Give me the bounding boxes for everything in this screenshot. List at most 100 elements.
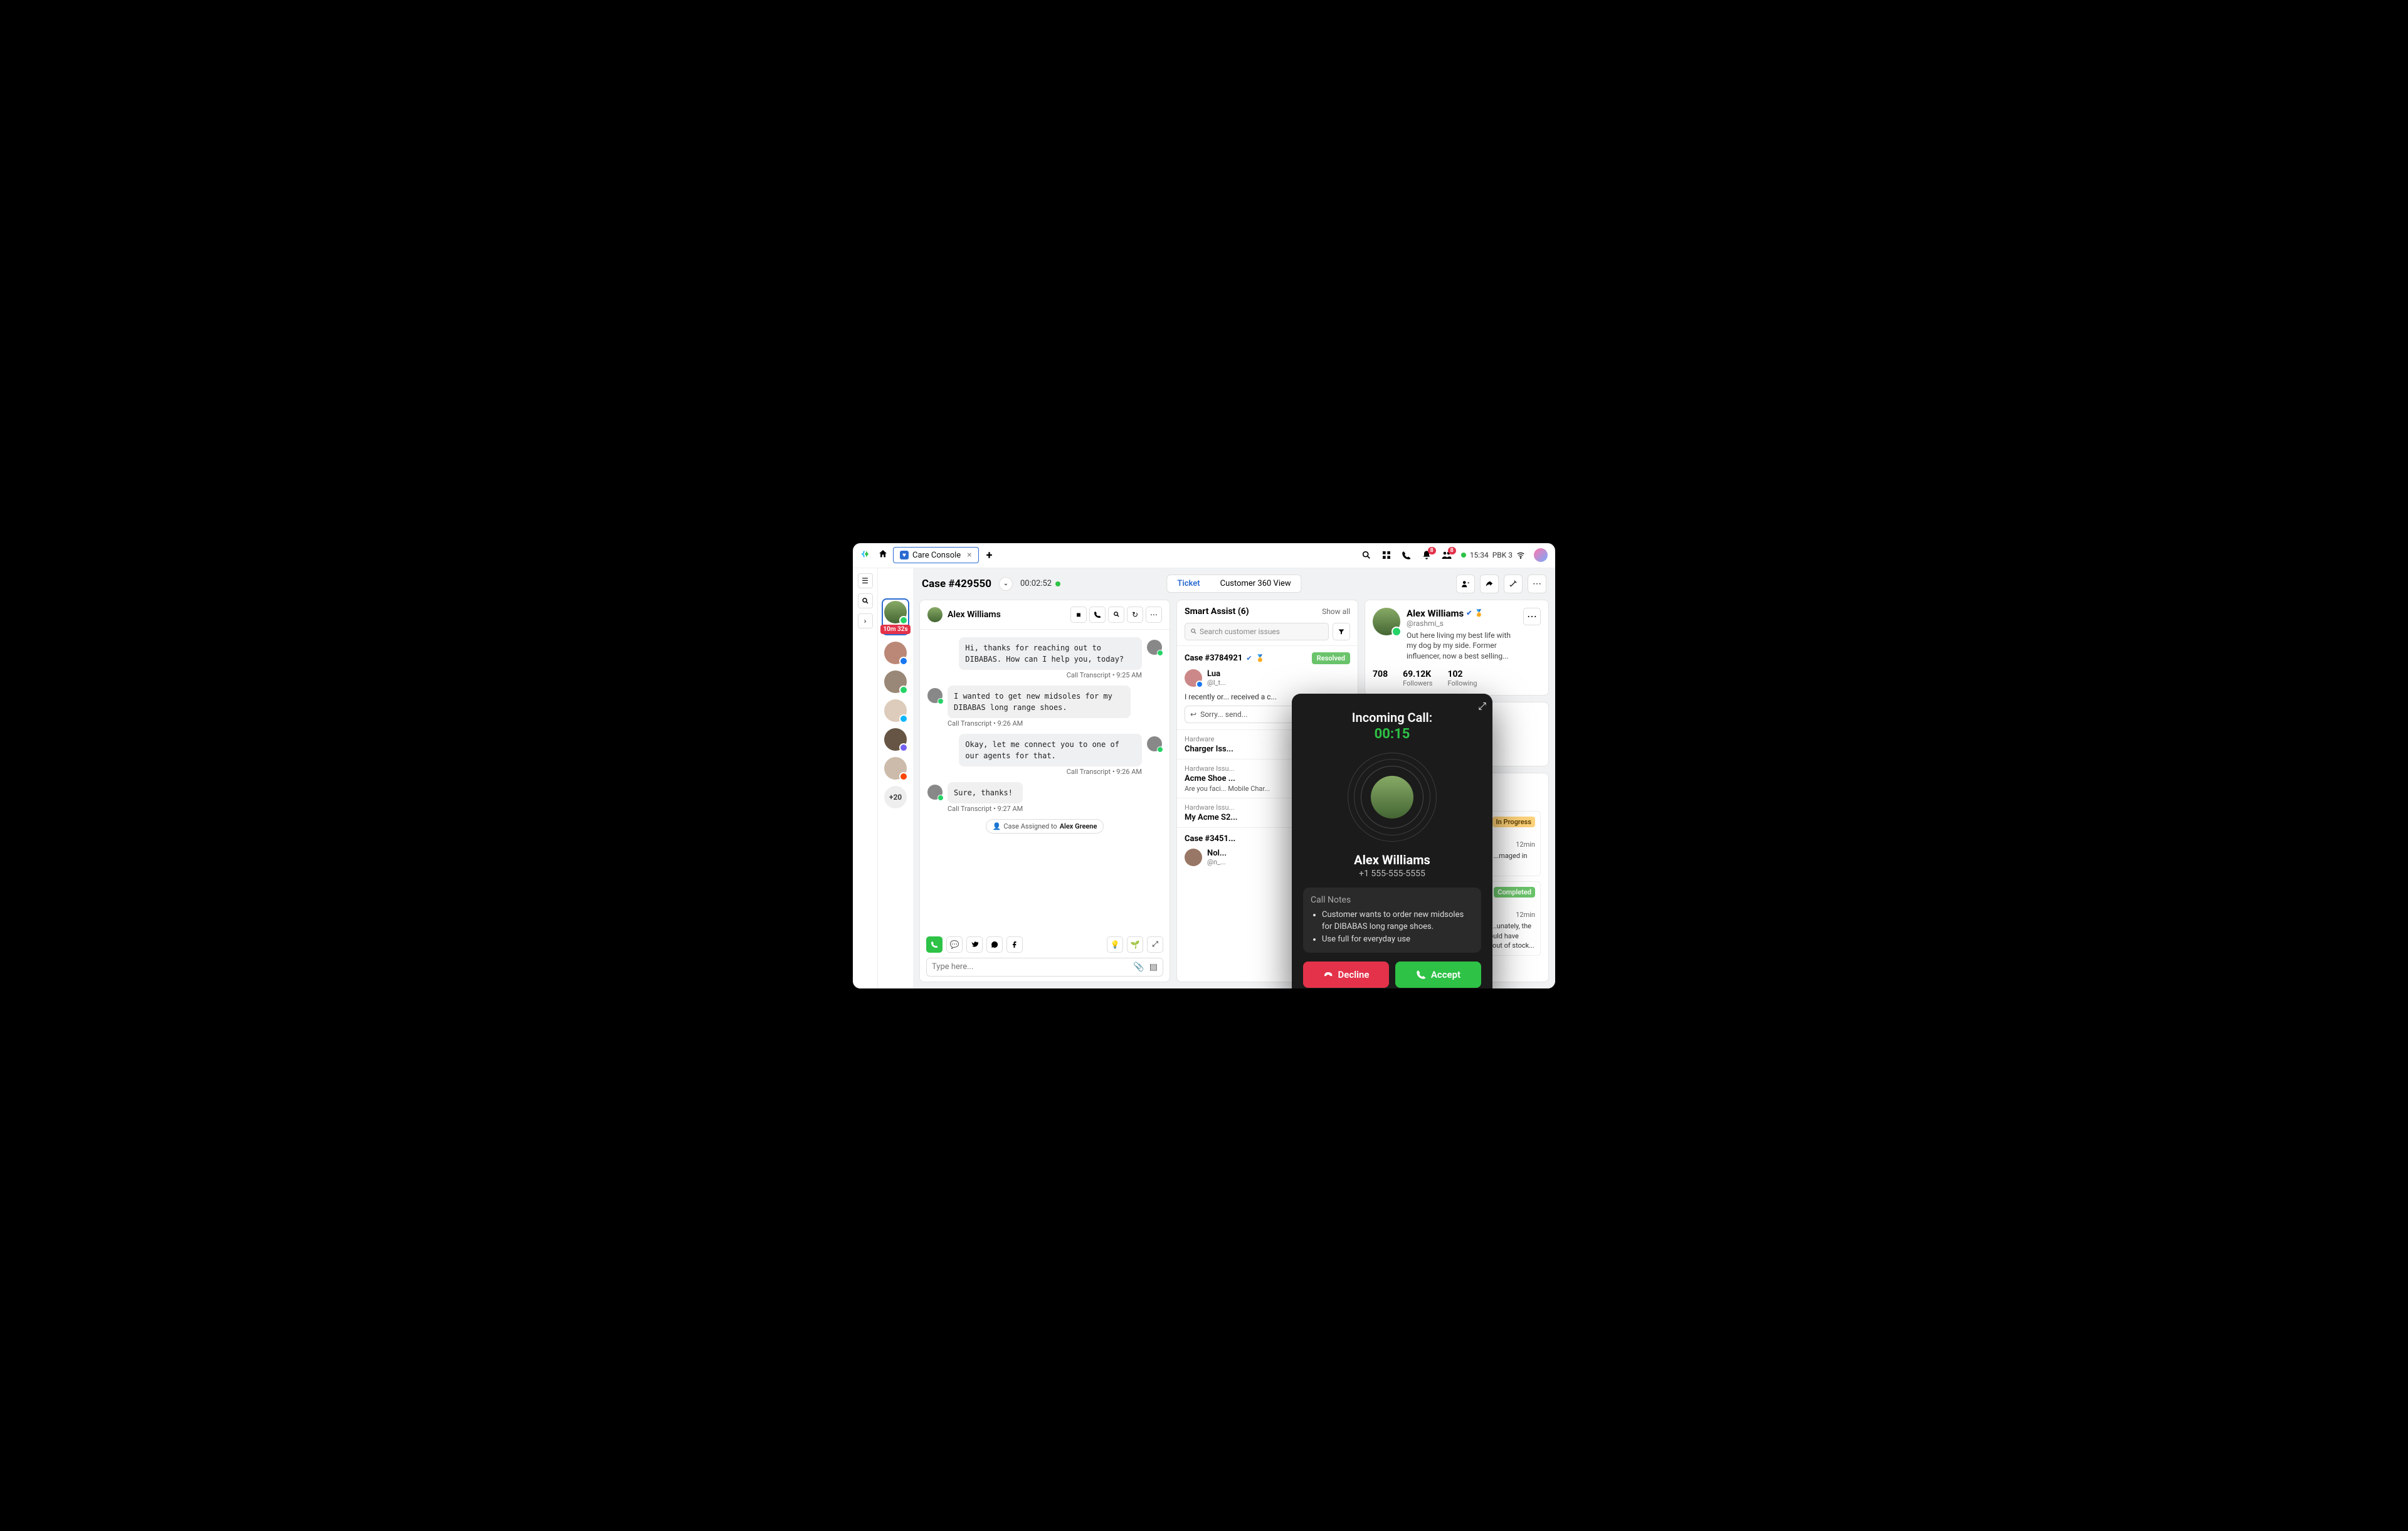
profile-name: Alex Williams ✔ 🏅 [1407, 608, 1517, 619]
expand-icon[interactable]: › [858, 613, 873, 628]
elapsed-timer: 00:02:52 [1020, 579, 1060, 588]
whatsapp-icon [899, 616, 908, 625]
tab-customer-360[interactable]: Customer 360 View [1210, 575, 1301, 592]
caller-name: Alex Williams [1303, 852, 1481, 867]
user-avatar[interactable] [1534, 548, 1548, 562]
message-avatar [1147, 736, 1162, 751]
profile-card: Alex Williams ✔ 🏅 @rashmi_s Out here liv… [1365, 600, 1549, 696]
queue-item[interactable] [882, 670, 909, 693]
profile-bio: Out here living my best life with my dog… [1407, 630, 1517, 662]
call-note-item: Customer wants to order new midsoles for… [1322, 909, 1474, 933]
magic-button[interactable] [1504, 575, 1523, 593]
assist-user-avatar [1185, 849, 1202, 866]
case-title: Case #429550 [922, 578, 991, 590]
apps-icon[interactable] [1381, 549, 1392, 561]
phone-icon[interactable] [1401, 549, 1412, 561]
menu-icon[interactable]: ☰ [858, 573, 873, 588]
queue-item[interactable] [882, 757, 909, 780]
call-timer: 00:15 [1303, 726, 1481, 742]
show-all-link[interactable]: Show all [1322, 607, 1350, 616]
chat-panel: Alex Williams ■ ↻ ⋯ Hi, thanks for reach… [919, 600, 1170, 982]
decline-button[interactable]: Decline [1303, 962, 1389, 988]
expand-modal-icon[interactable]: ⤢ [1478, 700, 1486, 713]
clock-time: 15:34 [1470, 551, 1489, 559]
case-dropdown[interactable]: ⌄ [999, 577, 1013, 591]
left-rail: ☰ › [853, 568, 878, 988]
expand-compose-icon[interactable]: ⤢ [1147, 936, 1163, 953]
message-bubble: Hi, thanks for reaching out to DIBABAS. … [959, 637, 1142, 670]
chat-message: Hi, thanks for reaching out to DIBABAS. … [927, 637, 1162, 679]
assist-case-id[interactable]: Case #3451... [1185, 834, 1235, 844]
notification-badge: 8 [1428, 547, 1436, 554]
attach-icon[interactable]: 📎 [1133, 962, 1144, 972]
whatsapp-icon [899, 686, 908, 694]
engagement-status: Completed [1494, 887, 1535, 898]
more-button[interactable]: ⋯ [1528, 575, 1546, 593]
station-label: PBK 3 [1492, 551, 1513, 559]
queue-item[interactable] [882, 699, 909, 722]
refresh-icon[interactable]: ↻ [1127, 607, 1143, 623]
template-icon[interactable]: ▤ [1149, 962, 1158, 972]
chat-message: I wanted to get new midsoles for my DIBA… [927, 686, 1162, 728]
sprout-icon[interactable]: 🌱 [1127, 936, 1143, 953]
filter-icon[interactable] [1333, 623, 1350, 640]
chat-message: Sure, thanks!Call Transcript • 9:27 AM [927, 782, 1162, 813]
engagement-time: 12min [1516, 840, 1535, 849]
verified-icon: ✔ [1246, 654, 1252, 662]
add-tab-button[interactable]: + [984, 549, 995, 562]
queue-item[interactable] [882, 728, 909, 751]
rail-search-icon[interactable] [858, 593, 873, 608]
social-icon[interactable]: 8 [1441, 549, 1452, 561]
call-note-item: Use full for everyday use [1322, 933, 1474, 946]
queue-item[interactable] [882, 642, 909, 664]
channel-chat-icon[interactable]: 💬 [946, 936, 963, 953]
app-logo [860, 549, 873, 561]
message-avatar [927, 688, 943, 703]
tab-ticket[interactable]: Ticket [1167, 575, 1210, 592]
channel-phone-icon[interactable] [926, 936, 943, 953]
queue-timer: 10m 32s [880, 625, 910, 634]
stat-value: 69.12K [1403, 669, 1432, 679]
call-notes: Call Notes Customer wants to order new m… [1303, 887, 1481, 953]
assist-search-input[interactable]: Search customer issues [1185, 623, 1329, 640]
queue-item-active[interactable]: 10m 32s [882, 598, 909, 635]
status-indicator[interactable]: 15:34 PBK 3 [1461, 551, 1525, 559]
message-bubble: Sure, thanks! [948, 782, 1023, 803]
channel-whatsapp-icon[interactable] [986, 936, 1003, 953]
status-badge: Resolved [1312, 652, 1350, 664]
profile-handle: @rashmi_s [1407, 619, 1517, 628]
assist-user-avatar [1185, 669, 1202, 687]
home-icon[interactable] [878, 549, 888, 561]
queue-more-button[interactable]: +20 [884, 786, 907, 808]
assist-case-id[interactable]: Case #3784921 [1185, 654, 1242, 663]
engagement-time: 12min [1516, 911, 1535, 919]
channel-facebook-icon[interactable] [1006, 936, 1023, 953]
stat-label: Following [1447, 679, 1477, 687]
stat-value: 102 [1447, 669, 1477, 679]
assign-button[interactable] [1456, 575, 1475, 593]
viber-icon [899, 743, 908, 752]
message-input[interactable] [932, 962, 1128, 972]
share-button[interactable] [1480, 575, 1499, 593]
close-icon[interactable]: × [967, 550, 971, 560]
video-icon[interactable]: ■ [1070, 607, 1087, 623]
channel-twitter-icon[interactable] [966, 936, 983, 953]
accept-button[interactable]: Accept [1395, 962, 1481, 988]
profile-more-button[interactable]: ⋯ [1523, 608, 1541, 625]
contact-avatar [927, 607, 943, 622]
assist-user-handle: @l_t... [1207, 679, 1226, 687]
tab-care-console[interactable]: ♥ Care Console × [893, 547, 979, 563]
assist-user-name: Lua [1207, 669, 1226, 679]
incoming-call-modal: ⤢ Incoming Call: 00:15 Alex Williams +1 … [1292, 694, 1492, 988]
search-icon[interactable] [1361, 549, 1372, 561]
verified-icon: ✔ [1466, 609, 1472, 617]
bulb-icon[interactable]: 💡 [1107, 936, 1123, 953]
chat-more-icon[interactable]: ⋯ [1146, 607, 1162, 623]
assigned-pill: 👤Case Assigned to Alex Greene [986, 819, 1104, 834]
notifications-icon[interactable]: 8 [1421, 549, 1432, 561]
message-bubble: I wanted to get new midsoles for my DIBA… [948, 686, 1131, 718]
social-badge: 8 [1448, 547, 1456, 554]
chat-search-icon[interactable] [1108, 607, 1124, 623]
chat-message: Okay, let me connect you to one of our a… [927, 734, 1162, 776]
call-icon[interactable] [1089, 607, 1106, 623]
